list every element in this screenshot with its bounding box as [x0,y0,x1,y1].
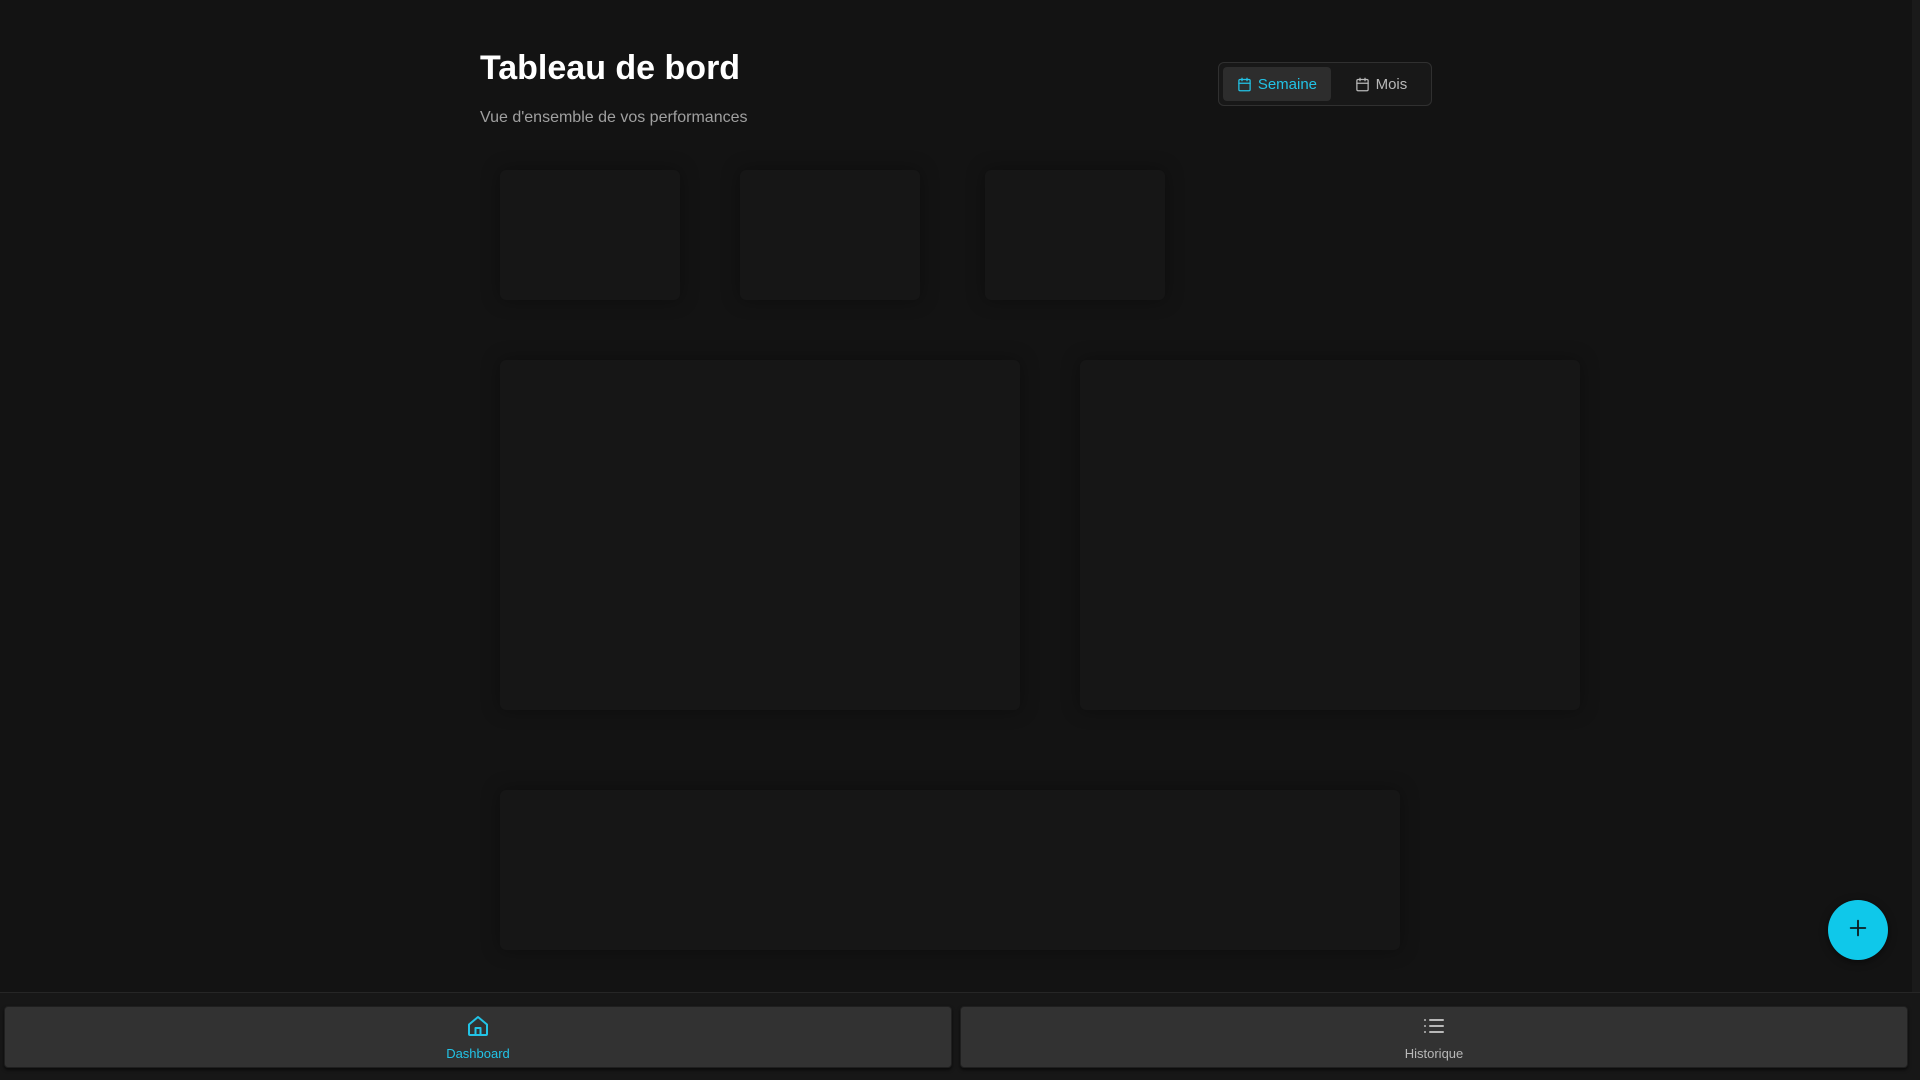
nav-dashboard-button[interactable]: Dashboard [4,1006,952,1068]
stat-card-skeleton [500,170,680,300]
nav-dashboard-label: Dashboard [446,1045,510,1061]
period-week-button[interactable]: Semaine [1223,67,1331,101]
page-subtitle: Vue d'ensemble de vos performances [480,109,748,126]
period-month-button[interactable]: Mois [1335,67,1427,101]
scrollbar[interactable] [1912,0,1920,992]
period-toggle: Semaine Mois [1218,62,1432,106]
calendar-icon [1355,77,1370,92]
period-month-label: Mois [1375,75,1408,93]
add-button[interactable] [1828,900,1888,960]
bottom-navigation: Dashboard Historique [0,992,1920,1080]
nav-history-label: Historique [1404,1045,1464,1061]
list-icon [1422,1014,1446,1043]
plus-icon [1847,917,1869,944]
page-title: Tableau de bord [480,49,741,87]
chart-skeleton [1080,360,1580,710]
period-week-label: Semaine [1257,75,1318,93]
calendar-icon [1237,77,1252,92]
stat-card-skeleton [985,170,1165,300]
nav-history-button[interactable]: Historique [960,1006,1908,1068]
stat-card-skeleton [740,170,920,300]
list-skeleton [500,790,1400,950]
page-header: Tableau de bord Vue d'ensemble de vos pe… [480,48,748,128]
home-icon [466,1014,490,1043]
dashboard-page: Tableau de bord Vue d'ensemble de vos pe… [0,0,1920,1080]
chart-skeleton [500,360,1020,710]
